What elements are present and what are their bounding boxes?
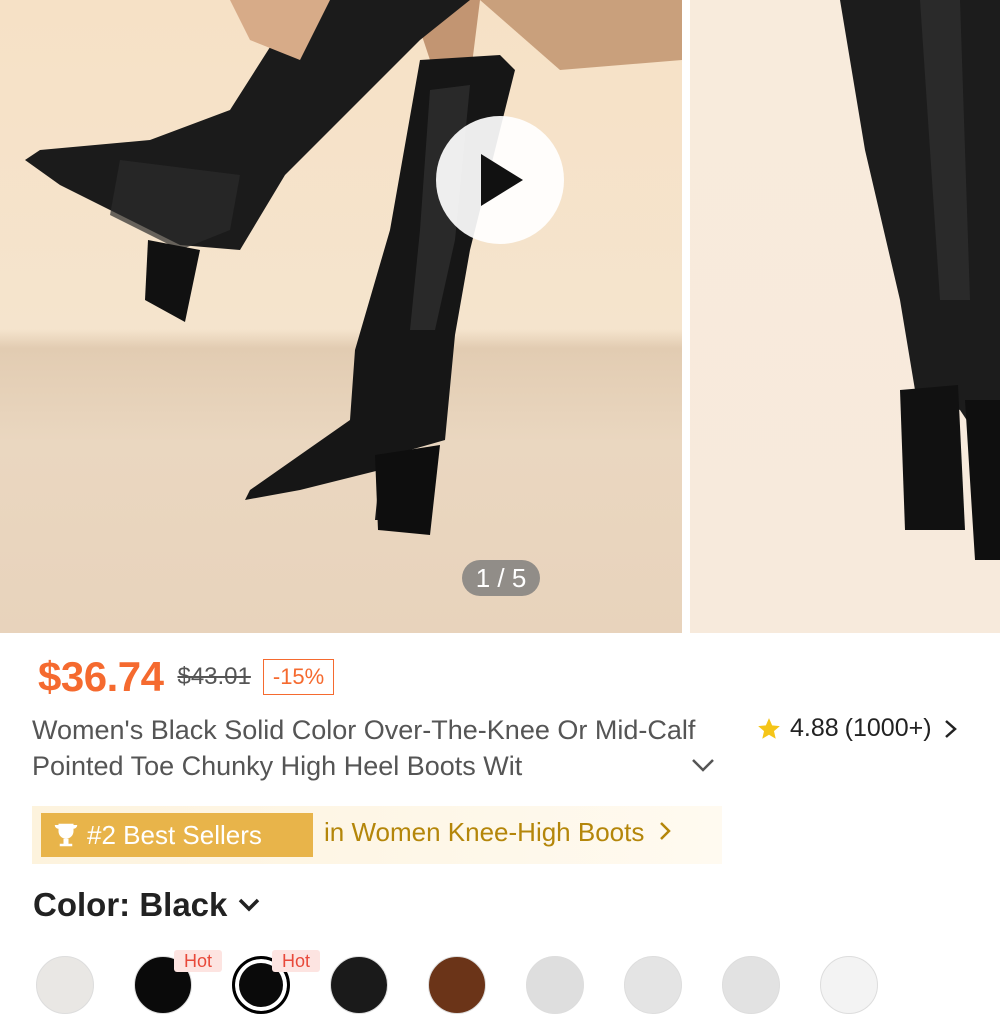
color-swatch[interactable]: [722, 956, 780, 1014]
product-gallery[interactable]: 1 / 5: [0, 0, 1000, 633]
best-sellers-banner[interactable]: #2 Best Sellers in Women Knee-High Boots: [32, 806, 722, 864]
discount-badge: -15%: [262, 659, 335, 695]
chevron-down-icon[interactable]: [690, 755, 716, 780]
trophy-icon: [54, 823, 78, 847]
boots-closeup-illustration: [840, 0, 1000, 560]
best-sellers-category-link[interactable]: in Women Knee-High Boots: [324, 817, 674, 848]
best-sellers-badge: #2 Best Sellers: [41, 813, 313, 857]
hot-tag: Hot: [272, 950, 320, 972]
best-sellers-rank: #2 Best Sellers: [87, 819, 262, 850]
image-counter: 1 / 5: [462, 560, 540, 596]
chevron-down-icon: [239, 898, 260, 912]
original-price: $43.01: [177, 663, 251, 690]
product-image-secondary[interactable]: [690, 0, 1000, 633]
rating-value: 4.88: [790, 714, 839, 742]
color-swatch[interactable]: [330, 956, 388, 1014]
current-price: $36.74: [38, 653, 164, 700]
boots-illustration: [25, 0, 682, 535]
play-video-button[interactable]: [436, 116, 564, 244]
product-title[interactable]: Women's Black Solid Color Over-The-Knee …: [32, 712, 722, 784]
star-icon: [758, 717, 780, 739]
chevron-right-icon: [659, 822, 671, 840]
color-swatch[interactable]: [36, 956, 94, 1014]
color-selector-toggle[interactable]: Color: Black: [33, 886, 263, 924]
color-swatch[interactable]: [428, 956, 486, 1014]
color-label: Color: Black: [33, 886, 228, 923]
best-sellers-category: in Women Knee-High Boots: [324, 817, 645, 847]
chevron-right-icon: [944, 719, 957, 738]
play-icon: [481, 154, 523, 206]
rating-summary[interactable]: 4.88 (1000+): [756, 714, 962, 743]
product-image-main[interactable]: 1 / 5: [0, 0, 682, 633]
price-row: $36.74 $43.01 -15%: [38, 652, 335, 702]
color-swatch-list: Hot Hot: [36, 950, 1000, 1014]
color-swatch[interactable]: [624, 956, 682, 1014]
color-swatch[interactable]: [820, 956, 878, 1014]
hot-tag: Hot: [174, 950, 222, 972]
rating-count: (1000+): [844, 714, 932, 742]
color-swatch[interactable]: [526, 956, 584, 1014]
